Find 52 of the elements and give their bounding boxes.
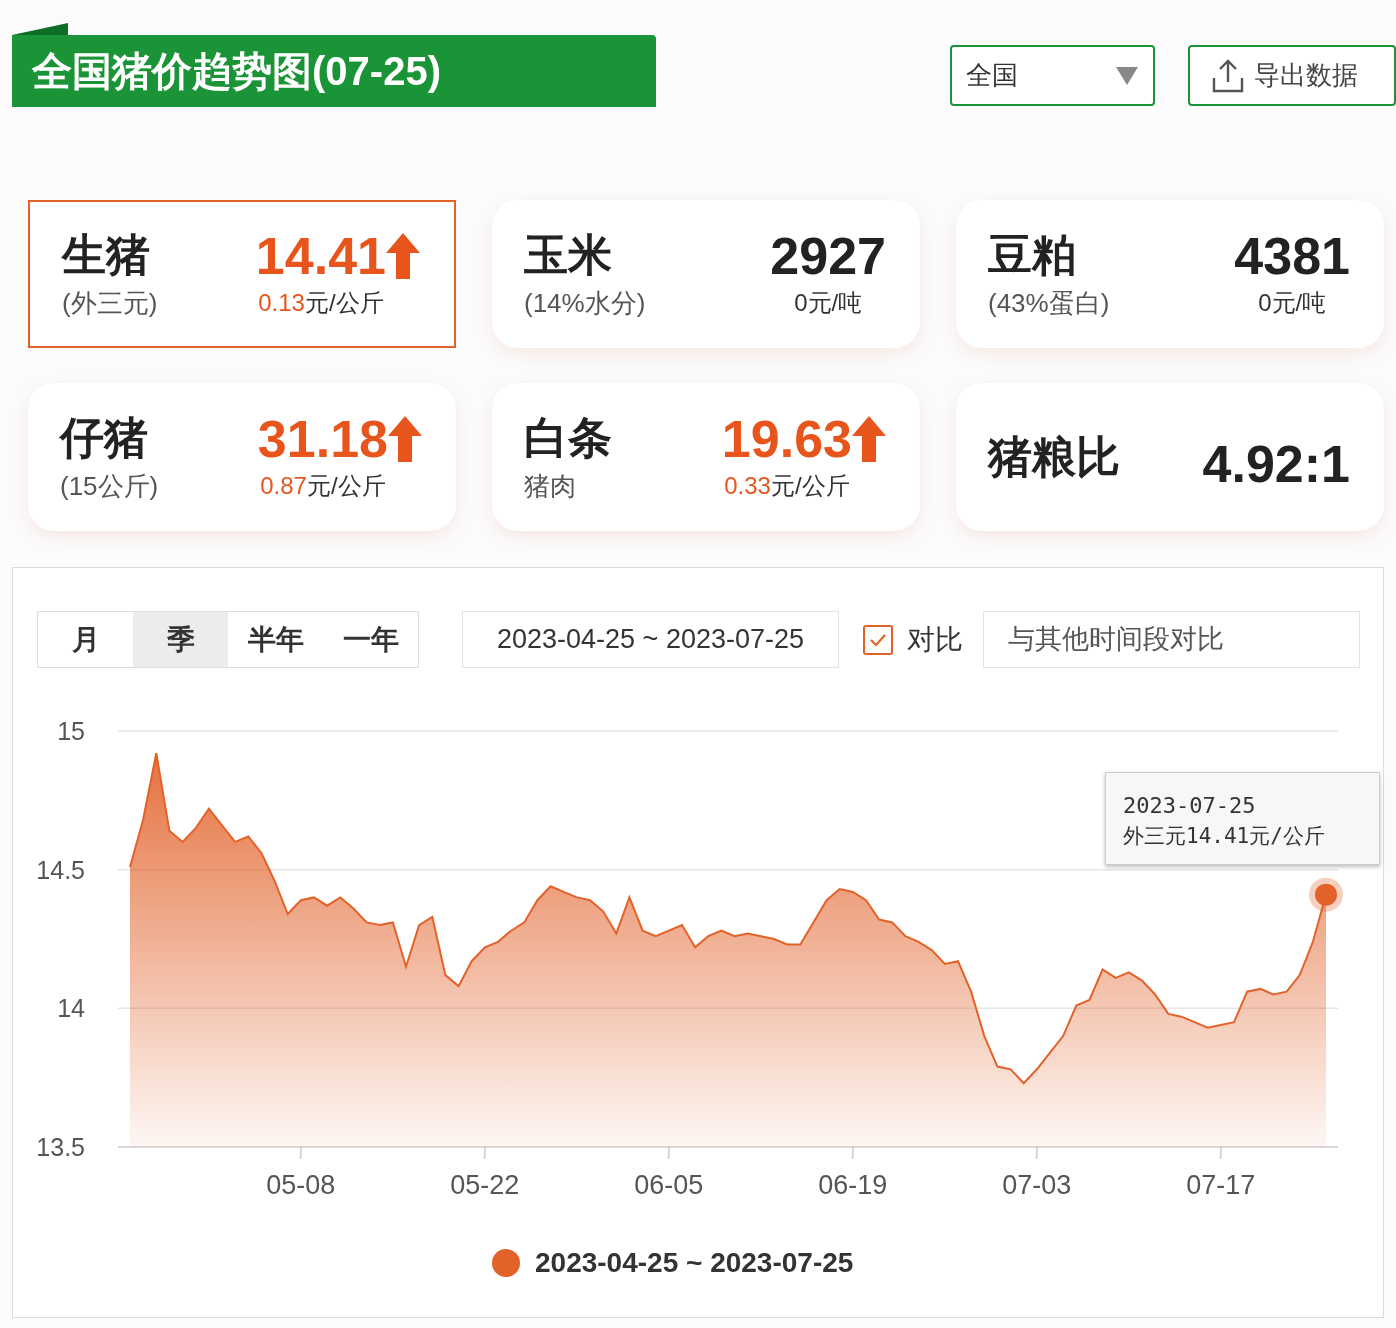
commodity-spec: (14%水分) xyxy=(524,286,646,320)
legend-label[interactable]: 2023-04-25 ~ 2023-07-25 xyxy=(535,1242,854,1284)
tooltip-date: 2023-07-25 xyxy=(1123,792,1257,820)
price-value: 19.63 xyxy=(721,410,852,468)
x-axis-label: 07-17 xyxy=(1186,1170,1256,1200)
price-value: 2927 xyxy=(770,227,886,285)
caret-down-icon xyxy=(1114,65,1139,86)
compare-checkbox[interactable] xyxy=(863,624,893,655)
price-change: 0元/吨 xyxy=(1258,288,1327,318)
price-value: 4381 xyxy=(1234,227,1350,285)
x-axis-label: 06-05 xyxy=(634,1170,704,1200)
date-range-field[interactable]: 2023-04-25 ~ 2023-07-25 xyxy=(462,611,839,668)
price-value: 31.18 xyxy=(257,410,388,468)
commodity-name: 白条 xyxy=(524,411,612,464)
price-card[interactable]: 玉米 (14%水分) 2927 0元/吨 xyxy=(492,200,920,348)
price-card[interactable]: 生猪 (外三元) 14.41 0.13元/公斤 xyxy=(28,200,456,348)
highlighted-point[interactable] xyxy=(1309,877,1343,912)
price-change: 0元/吨 xyxy=(794,288,863,318)
price-card[interactable]: 白条 猪肉 19.63 0.33元/公斤 xyxy=(492,383,920,531)
checkmark-icon xyxy=(869,632,887,647)
x-axis-label: 05-08 xyxy=(266,1170,336,1200)
commodity-spec: (外三元) xyxy=(62,286,158,320)
y-axis-label: 13.5 xyxy=(36,1133,85,1161)
tooltip-value: 外三元14.41元/公斤 xyxy=(1123,823,1326,850)
export-data-button[interactable]: 导出数据 xyxy=(1187,45,1396,106)
commodity-name: 玉米 xyxy=(524,228,613,281)
period-tab[interactable]: 季 xyxy=(133,612,228,667)
price-change: 0.87元/公斤 xyxy=(260,471,387,501)
region-dropdown[interactable]: 全国 xyxy=(949,45,1155,106)
commodity-name: 仔猪 xyxy=(60,411,149,464)
compare-label: 对比 xyxy=(907,622,963,657)
price-card[interactable]: 猪粮比 4.92:1 xyxy=(956,383,1384,531)
price-change: 0.33元/公斤 xyxy=(724,471,851,501)
x-axis-label: 06-19 xyxy=(818,1170,888,1200)
price-change: 0.13元/公斤 xyxy=(258,288,385,318)
x-axis-label: 07-03 xyxy=(1002,1170,1072,1200)
page-title: 全国猪价趋势图(07-25) xyxy=(32,48,441,95)
price-card[interactable]: 豆粕 (43%蛋白) 4381 0元/吨 xyxy=(956,200,1384,348)
commodity-spec: (15公斤) xyxy=(60,469,159,503)
y-axis-label: 15 xyxy=(57,717,85,745)
commodity-spec: 猪肉 xyxy=(524,469,577,503)
x-axis-label: 05-22 xyxy=(450,1170,520,1200)
commodity-name: 豆粕 xyxy=(988,228,1077,281)
y-axis-label: 14.5 xyxy=(36,855,85,884)
compare-period-field[interactable]: 与其他时间段对比 xyxy=(983,611,1360,668)
commodity-spec: (43%蛋白) xyxy=(988,286,1110,320)
commodity-name: 生猪 xyxy=(62,228,151,281)
commodity-name: 猪粮比 xyxy=(988,431,1120,483)
price-card[interactable]: 仔猪 (15公斤) 31.18 0.87元/公斤 xyxy=(28,383,456,531)
y-axis-label: 14 xyxy=(57,994,85,1023)
ratio-value: 4.92:1 xyxy=(1202,434,1350,495)
price-value: 14.41 xyxy=(255,227,386,285)
